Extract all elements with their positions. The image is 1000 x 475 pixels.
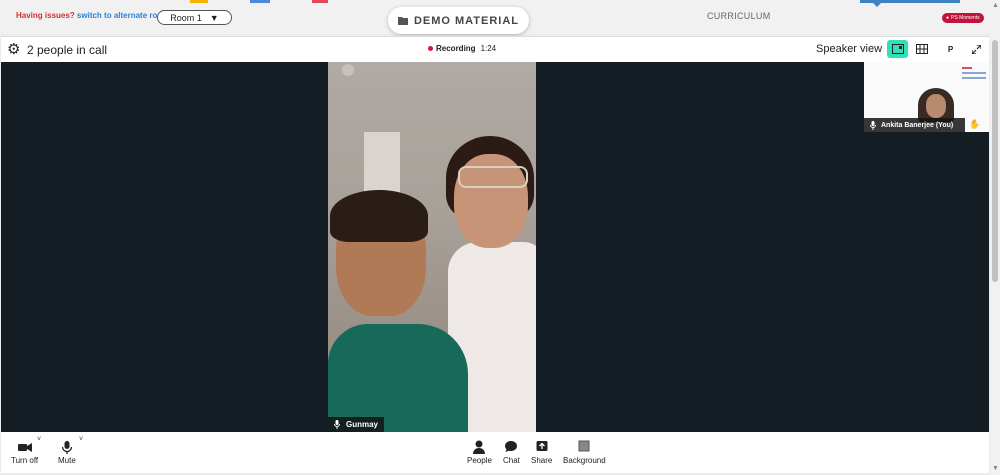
curriculum-tab[interactable]: CURRICULUM xyxy=(707,11,771,21)
camera-options-chevron-icon[interactable]: ˅ xyxy=(37,436,41,443)
people-count: 2 people in call xyxy=(27,43,108,57)
chat-label: Chat xyxy=(503,456,520,465)
participant-figure xyxy=(330,190,428,242)
moments-label: PS Moments xyxy=(951,15,980,21)
issue-text: Having issues? xyxy=(16,11,75,20)
microphone-icon xyxy=(870,120,876,130)
ceiling-light xyxy=(342,64,354,76)
share-label: Share xyxy=(531,456,553,465)
tab-caret-icon xyxy=(872,2,882,7)
self-name-tag: Ankita Banerjee (You) xyxy=(864,118,965,132)
chat-bubble-icon xyxy=(505,441,518,452)
caret-down-icon: ▼ xyxy=(209,12,219,23)
microphone-icon xyxy=(334,420,340,429)
mute-button[interactable]: Mute xyxy=(58,438,76,465)
video-stage: Gunmay Ankita Banerjee (You) ✋ xyxy=(1,62,989,432)
camera-label: Turn off xyxy=(11,456,39,465)
recording-indicator: Recording 1:24 xyxy=(428,44,496,53)
recording-dot-icon xyxy=(428,46,433,51)
mic-options-chevron-icon[interactable]: ˅ xyxy=(79,436,83,443)
page-scrollbar[interactable]: ▲ ▼ xyxy=(990,0,1000,475)
participant-figure xyxy=(458,166,528,188)
demo-material-button[interactable]: DEMO MATERIAL xyxy=(388,7,529,34)
self-video-tile[interactable]: Ankita Banerjee (You) ✋ xyxy=(864,62,989,132)
camera-toggle-button[interactable]: Turn off xyxy=(11,438,38,465)
recording-label: Recording xyxy=(436,44,476,53)
decor-stripe xyxy=(190,0,208,3)
camera-dot-icon: ● xyxy=(946,15,950,21)
speaker-view-icon xyxy=(891,44,904,54)
demo-material-label: DEMO MATERIAL xyxy=(413,14,520,27)
folder-icon xyxy=(397,17,408,25)
room-select-value: Room 1 xyxy=(170,12,202,23)
video-camera-icon xyxy=(17,443,32,452)
participant-name-tag: Gunmay xyxy=(328,417,385,432)
moments-badge[interactable]: ● PS Moments xyxy=(942,13,984,23)
background-logo xyxy=(962,64,986,84)
background-button[interactable]: Background xyxy=(563,438,606,465)
background-icon xyxy=(578,440,590,452)
self-name: Ankita Banerjee (You) xyxy=(881,121,954,129)
microphone-icon xyxy=(61,441,73,454)
switch-room-link[interactable]: switch to alternate room xyxy=(77,11,169,20)
call-controls: Turn off ˅ Mute ˅ People Chat Share Back… xyxy=(1,432,989,473)
participant-name: Gunmay xyxy=(346,420,379,429)
share-button[interactable]: Share xyxy=(531,438,552,465)
fullscreen-button[interactable] xyxy=(966,40,987,58)
person-icon xyxy=(473,440,486,454)
expand-icon xyxy=(972,44,981,54)
top-bar: Having issues? switch to alternate room … xyxy=(0,0,990,34)
room-select[interactable]: Room 1 ▼ xyxy=(157,10,232,25)
background-label: Background xyxy=(563,456,606,465)
people-label: People xyxy=(467,456,492,465)
scroll-up-icon[interactable]: ▲ xyxy=(992,2,999,9)
speaker-view-button[interactable] xyxy=(887,40,908,58)
people-button[interactable]: People xyxy=(467,438,492,465)
issue-notice: Having issues? switch to alternate room xyxy=(16,11,169,20)
presenter-button[interactable]: P xyxy=(940,40,961,58)
recording-time: 1:24 xyxy=(480,44,497,53)
chat-button[interactable]: Chat xyxy=(503,438,520,465)
call-header: ⚙ 2 people in call Recording 1:24 Speake… xyxy=(1,36,989,62)
decor-stripe xyxy=(250,0,270,3)
gear-icon[interactable]: ⚙ xyxy=(7,42,20,57)
view-mode-label: Speaker view xyxy=(816,43,883,55)
decor-stripe xyxy=(312,0,328,3)
hand-icon[interactable]: ✋ xyxy=(969,119,980,130)
mic-label: Mute xyxy=(58,456,76,465)
grid-view-icon xyxy=(915,44,928,54)
share-screen-icon xyxy=(536,441,548,451)
participant-figure xyxy=(328,324,468,432)
scrollbar-thumb[interactable] xyxy=(992,40,998,282)
main-video-tile[interactable]: Gunmay xyxy=(328,62,536,432)
scroll-down-icon[interactable]: ▼ xyxy=(992,465,999,472)
participant-figure xyxy=(926,94,946,118)
grid-view-button[interactable] xyxy=(911,40,932,58)
